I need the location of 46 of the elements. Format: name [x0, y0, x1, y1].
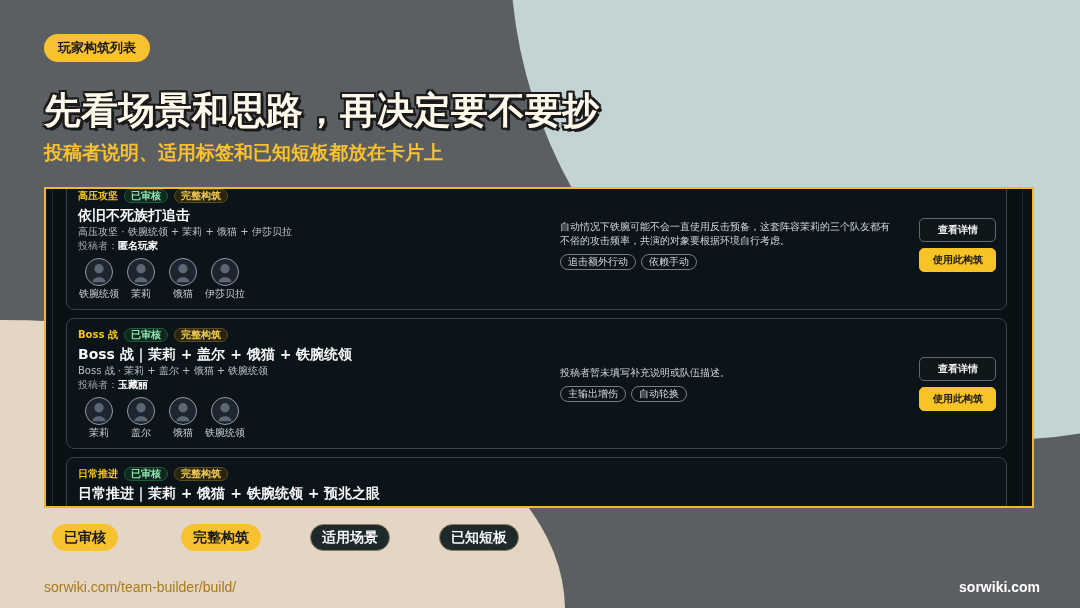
use-build-button[interactable]: 使用此构筑	[919, 386, 996, 411]
legend-pill: 适用场景	[310, 524, 390, 551]
status-badge: 已审核	[123, 328, 168, 342]
subheadline: 投稿者说明、适用标签和已知短板都放在卡片上	[44, 140, 443, 164]
scene-label: 高压攻坚	[78, 190, 118, 202]
status-badge: 已审核	[124, 467, 168, 481]
footer-brand: sorwiki.com	[959, 578, 1040, 596]
author-line: 投稿者：玉藏丽	[78, 379, 148, 391]
avatar-silhouette-icon	[85, 258, 113, 286]
section-badge: 玩家构筑列表	[44, 34, 150, 62]
member-name: 伊莎贝拉	[205, 288, 245, 300]
avatar-silhouette-icon	[169, 397, 197, 425]
status-badge: 已审核	[124, 189, 168, 203]
build-title: 依旧不死族打追击	[78, 207, 190, 224]
author-line: 投稿者：匿名玩家	[78, 240, 158, 252]
member-name: 饿猫	[173, 288, 193, 300]
details-button[interactable]: 查看详情	[919, 217, 996, 242]
build-summary: 高压攻坚 · 铁腕统领 + 茉莉 + 饿猫 + 伊莎贝拉	[78, 226, 292, 238]
scene-label: Boss 战	[78, 329, 118, 341]
avatar-silhouette-icon	[127, 397, 155, 425]
build-title: Boss 战｜茉莉 + 盖尔 + 饿猫 + 铁腕统领	[78, 346, 353, 363]
legend-pill: 已审核	[52, 524, 118, 551]
scene-label: 日常推进	[78, 468, 118, 480]
member-name: 盖尔	[131, 427, 151, 439]
build-description: 投稿者暂未填写补充说明或队伍描述。	[560, 365, 731, 380]
legend-pill: 已知短板	[439, 524, 519, 551]
member-name: 茉莉	[89, 427, 109, 439]
avatar-silhouette-icon	[85, 397, 113, 425]
status-badge: 完整构筑	[173, 328, 228, 342]
details-button[interactable]: 查看详情	[919, 356, 996, 381]
avatar-silhouette-icon	[211, 397, 239, 425]
avatar-silhouette-icon	[211, 258, 239, 286]
build-title: 日常推进｜茉莉 + 饿猫 + 铁腕统领 + 预兆之眼	[78, 485, 381, 502]
footer-url: sorwiki.com/team-builder/build/	[44, 578, 237, 596]
member-name: 茉莉	[131, 288, 151, 300]
status-badge: 完整构筑	[174, 467, 228, 481]
build-description: 自动情况下铁腕可能不会一直使用反击预备，这套阵容茉莉的三个队友都有不俗的攻击频率，共演的对象要根据环境自行考虑。	[560, 219, 891, 248]
avatar-silhouette-icon	[127, 258, 155, 286]
member-name: 铁腕统领	[205, 427, 245, 439]
status-badge: 完整构筑	[174, 189, 228, 203]
member-name: 铁腕统领	[79, 288, 119, 300]
legend-pill: 完整构筑	[181, 524, 261, 551]
use-build-button[interactable]: 使用此构筑	[919, 247, 996, 272]
build-summary: Boss 战 · 茉莉 + 盖尔 + 饿猫 + 铁腕统领	[78, 365, 269, 377]
avatar-silhouette-icon	[169, 258, 197, 286]
member-name: 饿猫	[173, 427, 193, 439]
